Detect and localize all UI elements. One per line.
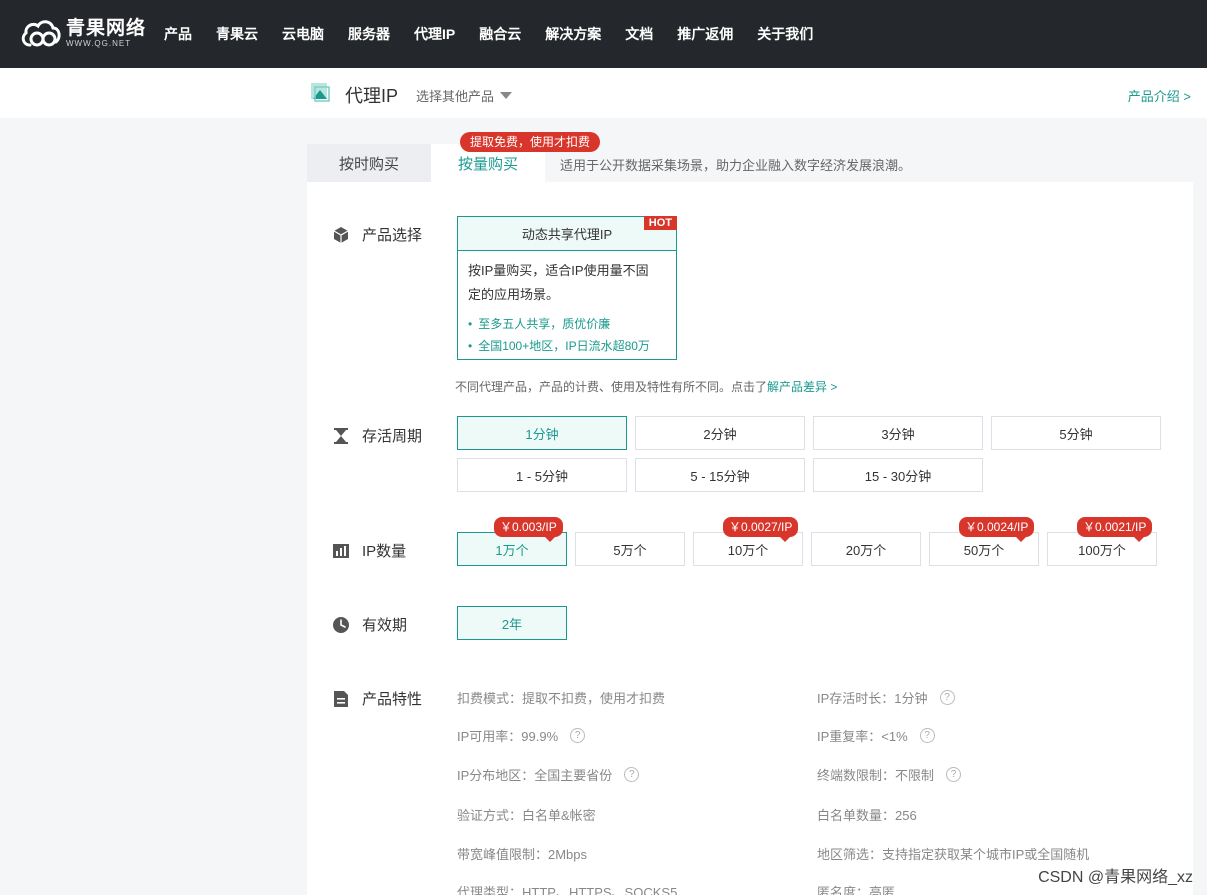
feature-ip-lifetime: IP存活时长：1分钟?: [817, 688, 955, 707]
feature-repeat-rate: IP重复率：<1%?: [817, 726, 935, 745]
nav-item-docs[interactable]: 文档: [625, 24, 653, 44]
page-title: 代理IP: [345, 86, 399, 106]
product-intro-link[interactable]: 产品介绍 >: [1128, 86, 1191, 105]
nav-item-fusion-cloud[interactable]: 融合云: [479, 24, 521, 44]
lifetime-option-5min[interactable]: 5分钟: [991, 416, 1161, 450]
product-select-label: 产品选择: [362, 227, 423, 244]
lifetime-option-1-5min[interactable]: 1 - 5分钟: [457, 458, 627, 492]
lifetime-option-5-15min[interactable]: 5 - 15分钟: [635, 458, 805, 492]
other-products-dropdown[interactable]: 选择其他产品: [416, 86, 513, 105]
product-diff-note: 不同代理产品，产品的计费、使用及特性有所不同。点击了解产品差异 >: [455, 378, 837, 395]
ip-count-label-row: IP数量: [332, 540, 406, 561]
nav-item-about[interactable]: 关于我们: [757, 24, 813, 44]
validity-option-2y[interactable]: 2年: [457, 606, 567, 640]
brand-subtitle: WWW.QG.NET: [66, 38, 132, 48]
feature-text: 终端数限制：不限制: [817, 768, 935, 783]
help-icon[interactable]: ?: [919, 728, 935, 743]
brand-title: 青果网络: [66, 17, 147, 39]
validity-label: 有效期: [362, 617, 408, 634]
csdn-watermark: CSDN @青果网络_xz: [1038, 869, 1193, 886]
feature-whitelist-count: 白名单数量：256: [817, 805, 917, 824]
product-diff-link[interactable]: 解产品差异 >: [767, 380, 837, 394]
brand-logo[interactable]: 青果网络 WWW.QG.NET: [20, 17, 146, 49]
feature-text: IP重复率：<1%: [817, 729, 908, 744]
tab-description: 适用于公开数据采集场景，助力企业融入数字经济发展浪潮。: [560, 158, 912, 173]
feature-text: 代理类型：HTTP、HTTPS、SOCKS5: [457, 885, 678, 895]
product-diff-note-text: 不同代理产品，产品的计费、使用及特性有所不同。点击了: [455, 380, 768, 394]
feature-availability: IP可用率：99.9%?: [457, 726, 586, 745]
product-feature-item: 全国100+地区，IP日流水超80万: [468, 335, 676, 357]
nav-links: 产品 青果云 云电脑 服务器 代理IP 融合云 解决方案 文档 推广返佣 关于我…: [164, 0, 837, 68]
features-label: 产品特性: [362, 691, 423, 708]
document-icon: [332, 690, 350, 708]
nav-item-qingguo-cloud[interactable]: 青果云: [216, 24, 258, 44]
feature-bandwidth: 带宽峰值限制：2Mbps: [457, 844, 587, 863]
feature-anonymity: 匿名度：高匿: [817, 882, 895, 895]
feature-text: 匿名度：高匿: [817, 885, 896, 895]
feature-terminal-limit: 终端数限制：不限制?: [817, 765, 962, 784]
lifetime-option-1min[interactable]: 1分钟: [457, 416, 627, 450]
lifetime-option-15-30min[interactable]: 15 - 30分钟: [813, 458, 983, 492]
feature-proxy-type: 代理类型：HTTP、HTTPS、SOCKS5: [457, 882, 677, 895]
cloud-logo-icon: [20, 17, 62, 49]
product-card-desc-line2: 定的应用场景。: [468, 287, 560, 302]
validity-label-row: 有效期: [332, 614, 407, 635]
feature-text: 白名单数量：256: [817, 808, 917, 823]
cube-icon: [332, 226, 350, 244]
clock-icon: [332, 616, 350, 634]
product-select-label-row: 产品选择: [332, 224, 422, 245]
feature-auth: 验证方式：白名单&帐密: [457, 805, 596, 824]
feature-text: 带宽峰值限制：2Mbps: [457, 847, 588, 862]
top-nav: 青果网络 WWW.QG.NET 产品 青果云 云电脑 服务器 代理IP 融合云 …: [0, 0, 1207, 68]
nav-item-affiliate[interactable]: 推广返佣: [677, 24, 733, 44]
feature-text: IP可用率：99.9%: [457, 729, 559, 744]
help-icon[interactable]: ?: [624, 767, 640, 782]
caret-down-icon: [500, 92, 513, 99]
hot-badge: HOT: [643, 216, 677, 230]
bar-chart-icon: [332, 542, 350, 560]
help-icon[interactable]: ?: [939, 690, 955, 705]
product-card-desc-line1: 按IP量购买，适合IP使用量不固: [468, 263, 649, 278]
feature-text: 验证方式：白名单&帐密: [457, 808, 596, 823]
price-tag: ￥0.0024/IP: [959, 517, 1035, 542]
feature-region-filter: 地区筛选：支持指定获取某个城市IP或全国随机: [817, 844, 1089, 863]
price-tag: ￥0.003/IP: [494, 517, 563, 542]
feature-text: 地区筛选：支持指定获取某个城市IP或全国随机: [817, 847, 1090, 862]
promo-badge: 提取免费，使用才扣费: [460, 132, 601, 152]
lifetime-option-3min[interactable]: 3分钟: [813, 416, 983, 450]
feature-region: IP分布地区：全国主要省份?: [457, 765, 640, 784]
nav-item-proxy-ip[interactable]: 代理IP: [414, 24, 455, 44]
lifetime-label: 存活周期: [362, 428, 423, 445]
feature-billing-mode: 扣费模式：提取不扣费，使用才扣费: [457, 688, 665, 707]
ip-count-label: IP数量: [362, 543, 407, 560]
price-tag: ￥0.0021/IP: [1077, 517, 1153, 542]
feature-text: 扣费模式：提取不扣费，使用才扣费: [457, 691, 666, 706]
hourglass-icon: [332, 427, 350, 445]
product-feature-item: 至多五人共享，质优价廉: [468, 313, 676, 335]
other-products-label: 选择其他产品: [416, 89, 495, 104]
product-card-dynamic-shared[interactable]: 动态共享代理IP HOT 按IP量购买，适合IP使用量不固 定的应用场景。 至多…: [457, 216, 677, 360]
tab-time-buy[interactable]: 按时购买: [307, 144, 431, 182]
price-tag: ￥0.0027/IP: [723, 517, 799, 542]
product-subheader: 代理IP 选择其他产品 产品介绍 >: [0, 68, 1207, 118]
nav-item-servers[interactable]: 服务器: [348, 24, 390, 44]
features-label-row: 产品特性: [332, 688, 422, 709]
lifetime-option-2min[interactable]: 2分钟: [635, 416, 805, 450]
lifetime-label-row: 存活周期: [332, 425, 422, 446]
nav-item-cloud-pc[interactable]: 云电脑: [282, 24, 324, 44]
ip-count-option-50k[interactable]: 5万个: [575, 532, 685, 566]
help-icon[interactable]: ?: [946, 767, 962, 782]
ip-count-option-200k[interactable]: 20万个: [811, 532, 921, 566]
feature-text: IP分布地区：全国主要省份: [457, 768, 613, 783]
nav-item-products[interactable]: 产品: [164, 24, 192, 44]
proxy-product-icon: [310, 82, 330, 102]
help-icon[interactable]: ?: [570, 728, 586, 743]
nav-item-solutions[interactable]: 解决方案: [545, 24, 601, 44]
feature-text: IP存活时长：1分钟: [817, 691, 928, 706]
